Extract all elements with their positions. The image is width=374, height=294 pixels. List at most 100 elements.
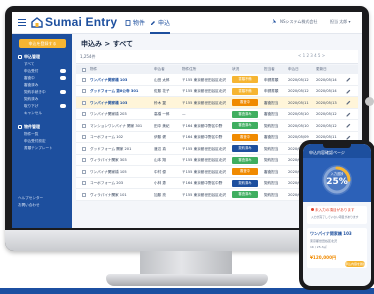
building-icon xyxy=(18,125,22,129)
sidebar: 申込を登録する 申込管理 すべて 申込受付 審査中 審査済み 契約手続き中 契約… xyxy=(12,34,72,228)
carousel-dot[interactable] xyxy=(365,97,374,106)
help-link[interactable]: ヘルプセンター xyxy=(18,196,43,201)
house-logo-icon xyxy=(31,17,43,28)
column-header[interactable]: 担当者 xyxy=(264,67,275,72)
sidebar-item-templates[interactable]: 書類テンプレート xyxy=(24,146,53,151)
updated-date-cell: 2020/05/13 xyxy=(316,100,337,105)
address-cell: 〒155 東京都世田谷区北沢 xyxy=(182,146,226,151)
property-name-cell[interactable]: ワンパイナ関家橋 105 xyxy=(90,170,127,175)
property-name-cell[interactable]: ワンパイナ関家橋 203 xyxy=(90,112,127,117)
edit-icon[interactable] xyxy=(346,100,351,105)
column-header[interactable]: 物件 xyxy=(90,67,97,72)
applicant-cell: 田中 美紀 xyxy=(154,123,170,128)
monitor-base xyxy=(106,274,268,286)
status-badge: 審査中 xyxy=(232,99,258,106)
staff-cell: 申請書類 xyxy=(264,89,279,93)
table-row[interactable]: マンションワンパイナ 関家 301 田中 美紀 〒164 東京都中野区中野 審査済み 契… xyxy=(76,120,358,132)
property-name-cell[interactable]: コーポフォーム 203 xyxy=(90,181,123,186)
row-checkbox[interactable] xyxy=(82,135,86,139)
property-name-cell[interactable]: グッドフォーム 関家 201 xyxy=(90,147,131,152)
table-row[interactable]: ワンパイナ関家橋 203 高橋 一郎 — 審査済み 審査担当 2020/05/10 2020… xyxy=(76,108,358,120)
table-row[interactable]: ワンパイナ関家橋 103 鈴木 翼 〒155 東京都世田谷区北沢 審査中 審査担当 202… xyxy=(76,97,358,109)
row-checkbox[interactable] xyxy=(82,169,86,174)
column-header[interactable]: 申込者 xyxy=(154,67,165,72)
sidebar-item-received[interactable]: 申込受付 xyxy=(24,69,38,74)
property-name-cell[interactable]: ヴィラパイナ関家 101 xyxy=(90,193,127,198)
column-header[interactable]: 更新日 xyxy=(316,67,327,72)
count-badge xyxy=(60,76,66,80)
tab-properties[interactable]: 物件 xyxy=(125,18,145,27)
applicant-cell: 中村 優 xyxy=(154,169,166,174)
row-checkbox[interactable] xyxy=(82,112,86,116)
applicant-cell: 山田 太郎 xyxy=(154,77,170,82)
status-badge: 契約済み xyxy=(232,145,258,152)
building-icon xyxy=(125,20,131,26)
confirm-button[interactable]: 申込内容を確認 xyxy=(345,261,366,267)
edit-icon[interactable] xyxy=(346,77,351,82)
row-checkbox[interactable] xyxy=(82,146,86,151)
pagination[interactable]: < 1 2 3 4 5 > xyxy=(298,53,325,58)
property-name-cell[interactable]: ワンパイナ関家橋 103 xyxy=(90,78,127,83)
column-header[interactable]: 物件住所 xyxy=(182,67,196,72)
sidebar-item-contracted[interactable]: 契約済み xyxy=(24,97,38,102)
property-name-cell[interactable]: マンションワンパイナ 関家 301 xyxy=(90,124,142,129)
tab-properties-label: 物件 xyxy=(133,20,146,27)
sidebar-item-reviewing[interactable]: 審査中 xyxy=(24,76,35,81)
sidebar-item-withdrawn[interactable]: 取り下げ xyxy=(24,104,38,109)
menu-icon[interactable] xyxy=(18,19,26,26)
filter-bar: 1,254件 < 1 2 3 4 5 > xyxy=(76,50,358,64)
user-menu[interactable]: 担当 太郎 ▾ xyxy=(330,19,351,25)
column-header[interactable]: 申込日 xyxy=(288,67,299,72)
table-row[interactable]: ワンパイナ関家橋 103 山田 太郎 〒155 東京都世田谷区北沢 書類不備 申請書類 2… xyxy=(76,74,358,86)
sidebar-section-applications: 申込管理 xyxy=(18,54,40,60)
row-checkbox[interactable] xyxy=(82,123,86,128)
property-name-cell[interactable]: コーポフォーム 102 xyxy=(90,135,123,140)
top-bar: Sumai Entry 物件 申込 NSシステム株式会社 担当 太郎 ▾ xyxy=(12,12,362,34)
tab-applications[interactable]: 申込 xyxy=(150,18,171,34)
address-cell: 〒164 東京都中野区中野 xyxy=(182,181,223,185)
sidebar-item-reviewed[interactable]: 審査済み xyxy=(24,83,38,88)
property-name-cell[interactable]: ヴィラパイナ関家 303 xyxy=(90,158,127,163)
select-all-checkbox[interactable] xyxy=(82,67,86,72)
property-name-cell[interactable]: グッドフォーム 第8公寺 301 xyxy=(90,89,138,94)
sidebar-item-property-list[interactable]: 物件一覧 xyxy=(24,132,38,137)
staff-cell: 契約担当 xyxy=(264,146,279,151)
sidebar-item-cancelled[interactable]: キャンセル xyxy=(24,111,42,116)
row-checkbox[interactable] xyxy=(82,192,86,197)
applied-date-cell: 2020/05/09 xyxy=(288,135,309,139)
sidebar-section-label: 申込管理 xyxy=(24,54,40,59)
edit-icon[interactable] xyxy=(346,112,351,117)
sidebar-item-all[interactable]: すべて xyxy=(24,62,34,67)
updated-date-cell: 2020/05/14 xyxy=(316,89,337,93)
contact-link[interactable]: お問い合わせ xyxy=(18,203,40,208)
column-header[interactable]: 状況 xyxy=(232,67,239,72)
staff-cell: 契約担当 xyxy=(264,192,279,197)
table-header: 物件 申込者 物件住所 状況 担当者 申込日 更新日 xyxy=(76,65,358,74)
table-row[interactable]: グッドフォーム 第8公寺 301 佐藤 花子 〒155 東京都世田谷区北沢 書類不備 申… xyxy=(76,85,358,97)
sidebar-item-settings[interactable]: 申込受付設定 xyxy=(24,139,46,144)
row-checkbox[interactable] xyxy=(82,77,86,82)
pencil-icon xyxy=(151,21,155,25)
row-checkbox[interactable] xyxy=(82,100,86,105)
new-application-button[interactable]: 申込を登録する xyxy=(19,39,66,48)
status-badge: 書類不備 xyxy=(232,87,258,95)
sidebar-item-contracting[interactable]: 契約手続き中 xyxy=(24,90,46,95)
applied-date-cell: 2020/05/10 xyxy=(288,123,309,128)
updated-date-cell: 2020/05/12 xyxy=(316,112,337,116)
warning-card[interactable]: 未入力の項目があります 入力が完了していない項目があります xyxy=(307,206,367,224)
warning-subtext: 入力が完了していない項目があります xyxy=(311,215,359,219)
address-cell: 〒155 東京都世田谷区北沢 xyxy=(182,77,226,82)
row-checkbox[interactable] xyxy=(82,181,86,185)
row-checkbox[interactable] xyxy=(82,89,86,93)
pin-icon[interactable] xyxy=(271,18,278,25)
edit-icon[interactable] xyxy=(346,135,351,140)
property-card[interactable]: ワンパイナ関家橋 103 東京都世田谷区北沢 1K / 25.3㎡ ¥120,0… xyxy=(307,228,367,268)
staff-cell: 契約担当 xyxy=(264,123,279,128)
property-name-cell[interactable]: ワンパイナ関家橋 103 xyxy=(90,101,127,106)
edit-icon[interactable] xyxy=(346,89,351,94)
edit-icon[interactable] xyxy=(346,123,351,128)
property-address: 東京都世田谷区北沢 xyxy=(310,239,338,243)
row-checkbox[interactable] xyxy=(82,158,86,162)
staff-cell: 契約担当 xyxy=(264,181,279,185)
sidebar-section-properties: 物件管理 xyxy=(18,124,40,130)
